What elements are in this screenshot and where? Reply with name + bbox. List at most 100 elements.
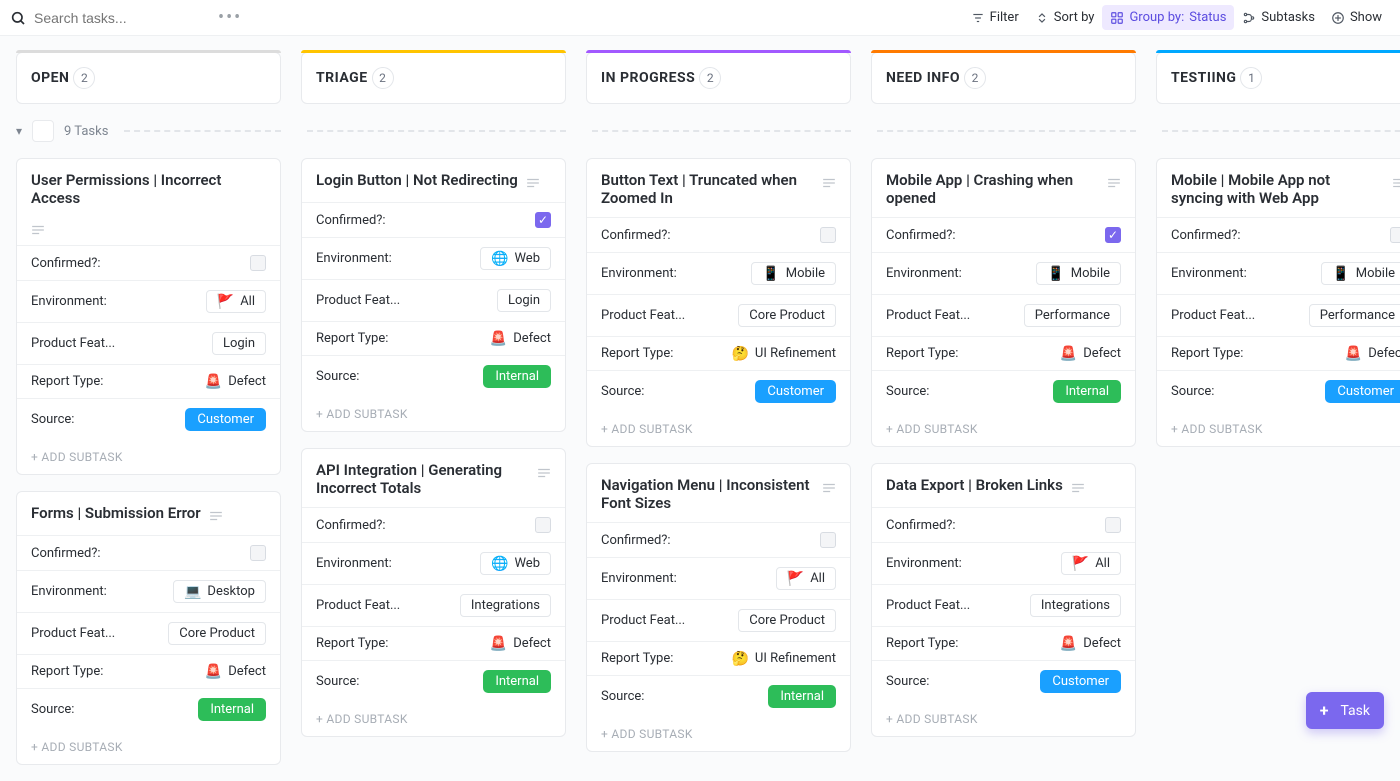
- add-subtask-button[interactable]: + ADD SUBTASK: [17, 440, 280, 474]
- environment-chip[interactable]: 🚩All: [206, 290, 266, 313]
- task-card[interactable]: Button Text | Truncated when Zoomed InCo…: [586, 158, 851, 447]
- source-pill[interactable]: Customer: [1040, 670, 1121, 693]
- field-report-type: Report Type:🚨Defect: [1157, 336, 1400, 370]
- column-name: IN PROGRESS: [601, 70, 695, 86]
- product-feature-chip[interactable]: Login: [212, 332, 266, 355]
- column-header[interactable]: TESTIING 1: [1156, 52, 1400, 104]
- field-label: Confirmed?:: [31, 256, 101, 271]
- task-card[interactable]: User Permissions | Incorrect AccessConfi…: [16, 158, 281, 475]
- group-by-button[interactable]: Group by: Status: [1102, 5, 1234, 30]
- field-source: Source:Customer: [587, 370, 850, 412]
- task-card[interactable]: Navigation Menu | Inconsistent Font Size…: [586, 463, 851, 752]
- environment-chip[interactable]: 🚩All: [1061, 552, 1121, 575]
- field-label: Report Type:: [1171, 346, 1243, 361]
- section-task-count: 9 Tasks: [64, 124, 108, 139]
- field-label: Report Type:: [31, 664, 103, 679]
- environment-chip[interactable]: 🌐Web: [480, 247, 551, 270]
- show-button[interactable]: Show: [1323, 5, 1390, 30]
- field-label: Source:: [31, 412, 74, 427]
- confirmed-checkbox[interactable]: ✓: [535, 212, 551, 228]
- add-subtask-button[interactable]: + ADD SUBTASK: [872, 702, 1135, 736]
- new-task-fab[interactable]: + Task: [1306, 692, 1384, 729]
- task-card[interactable]: API Integration | Generating Incorrect T…: [301, 448, 566, 737]
- source-pill[interactable]: Internal: [1053, 380, 1121, 403]
- product-feature-text: Integrations: [471, 598, 540, 613]
- source-pill[interactable]: Internal: [483, 670, 551, 693]
- confirmed-checkbox[interactable]: ✓: [1105, 227, 1121, 243]
- board-column: TESTIING 1 Mobile | Mobile App not syncin…: [1156, 52, 1400, 447]
- environment-chip[interactable]: 🚩All: [776, 567, 836, 590]
- product-feature-text: Performance: [1035, 308, 1110, 323]
- source-pill[interactable]: Internal: [768, 685, 836, 708]
- confirmed-checkbox[interactable]: [1390, 227, 1400, 243]
- task-card[interactable]: Forms | Submission ErrorConfirmed?:Envir…: [16, 491, 281, 765]
- field-source: Source:Customer: [872, 660, 1135, 702]
- confirmed-checkbox[interactable]: [1105, 517, 1121, 533]
- add-subtask-button[interactable]: + ADD SUBTASK: [302, 397, 565, 431]
- field-list: Confirmed?:Environment:🌐WebProduct Feat.…: [302, 507, 565, 702]
- source-pill[interactable]: Internal: [483, 365, 551, 388]
- sort-button[interactable]: Sort by: [1027, 5, 1103, 30]
- search-input[interactable]: [32, 9, 212, 27]
- add-subtask-button[interactable]: + ADD SUBTASK: [17, 730, 280, 764]
- source-pill[interactable]: Customer: [1325, 380, 1400, 403]
- section-divider: [307, 130, 566, 132]
- field-label: Report Type:: [31, 374, 103, 389]
- source-pill[interactable]: Customer: [185, 408, 266, 431]
- field-source: Source:Internal: [302, 355, 565, 397]
- add-subtask-button[interactable]: + ADD SUBTASK: [1157, 412, 1400, 446]
- more-options-icon[interactable]: •••: [218, 7, 242, 28]
- source-pill[interactable]: Internal: [198, 698, 266, 721]
- product-feature-chip[interactable]: Login: [497, 289, 551, 312]
- environment-chip[interactable]: 💻Desktop: [173, 580, 266, 603]
- report-type-text: Defect: [228, 664, 266, 679]
- confirmed-checkbox[interactable]: [250, 255, 266, 271]
- section-color-swatch[interactable]: [32, 120, 54, 142]
- environment-chip[interactable]: 🌐Web: [480, 552, 551, 575]
- product-feature-chip[interactable]: Integrations: [1030, 594, 1121, 617]
- task-card[interactable]: Login Button | Not RedirectingConfirmed?…: [301, 158, 566, 432]
- add-subtask-button[interactable]: + ADD SUBTASK: [872, 412, 1135, 446]
- field-source: Source:Internal: [17, 688, 280, 730]
- field-confirmed: Confirmed?:: [587, 217, 850, 252]
- product-feature-chip[interactable]: Core Product: [168, 622, 266, 645]
- product-feature-text: Login: [223, 336, 255, 351]
- confirmed-checkbox[interactable]: [820, 532, 836, 548]
- source-text: Internal: [495, 674, 539, 689]
- report-type-text: Defect: [1083, 636, 1121, 651]
- confirmed-checkbox[interactable]: [535, 517, 551, 533]
- environment-chip[interactable]: 📱Mobile: [1036, 262, 1121, 285]
- column-header[interactable]: NEED INFO 2: [871, 52, 1136, 104]
- subtasks-button[interactable]: Subtasks: [1234, 5, 1323, 30]
- add-subtask-button[interactable]: + ADD SUBTASK: [302, 702, 565, 736]
- environment-chip[interactable]: 📱Mobile: [1321, 262, 1400, 285]
- field-report-type: Report Type:🚨Defect: [872, 336, 1135, 370]
- add-subtask-button[interactable]: + ADD SUBTASK: [587, 412, 850, 446]
- group-prefix: Group by:: [1129, 10, 1184, 25]
- collapse-toggle-icon[interactable]: ▾: [16, 124, 22, 138]
- field-report-type: Report Type:🚨Defect: [17, 654, 280, 688]
- confirmed-checkbox[interactable]: [820, 227, 836, 243]
- description-icon: [17, 220, 280, 245]
- column-header[interactable]: OPEN 2: [16, 52, 281, 104]
- field-environment: Environment:🚩All: [872, 542, 1135, 584]
- product-feature-chip[interactable]: Core Product: [738, 304, 836, 327]
- column-header[interactable]: IN PROGRESS 2: [586, 52, 851, 104]
- task-card[interactable]: Data Export | Broken LinksConfirmed?:Env…: [871, 463, 1136, 737]
- description-icon: [822, 174, 836, 192]
- environment-text: All: [810, 571, 825, 586]
- confirmed-checkbox[interactable]: [250, 545, 266, 561]
- product-feature-chip[interactable]: Integrations: [460, 594, 551, 617]
- environment-chip[interactable]: 📱Mobile: [751, 262, 836, 285]
- task-card[interactable]: Mobile App | Crashing when openedConfirm…: [871, 158, 1136, 447]
- source-pill[interactable]: Customer: [755, 380, 836, 403]
- task-card[interactable]: Mobile | Mobile App not syncing with Web…: [1156, 158, 1400, 447]
- add-subtask-button[interactable]: + ADD SUBTASK: [587, 717, 850, 751]
- product-feature-chip[interactable]: Performance: [1024, 304, 1121, 327]
- column-header[interactable]: TRIAGE 2: [301, 52, 566, 104]
- filter-button[interactable]: Filter: [963, 5, 1027, 30]
- field-source: Source:Internal: [587, 675, 850, 717]
- field-label: Environment:: [601, 266, 677, 281]
- product-feature-chip[interactable]: Core Product: [738, 609, 836, 632]
- product-feature-chip[interactable]: Performance: [1309, 304, 1400, 327]
